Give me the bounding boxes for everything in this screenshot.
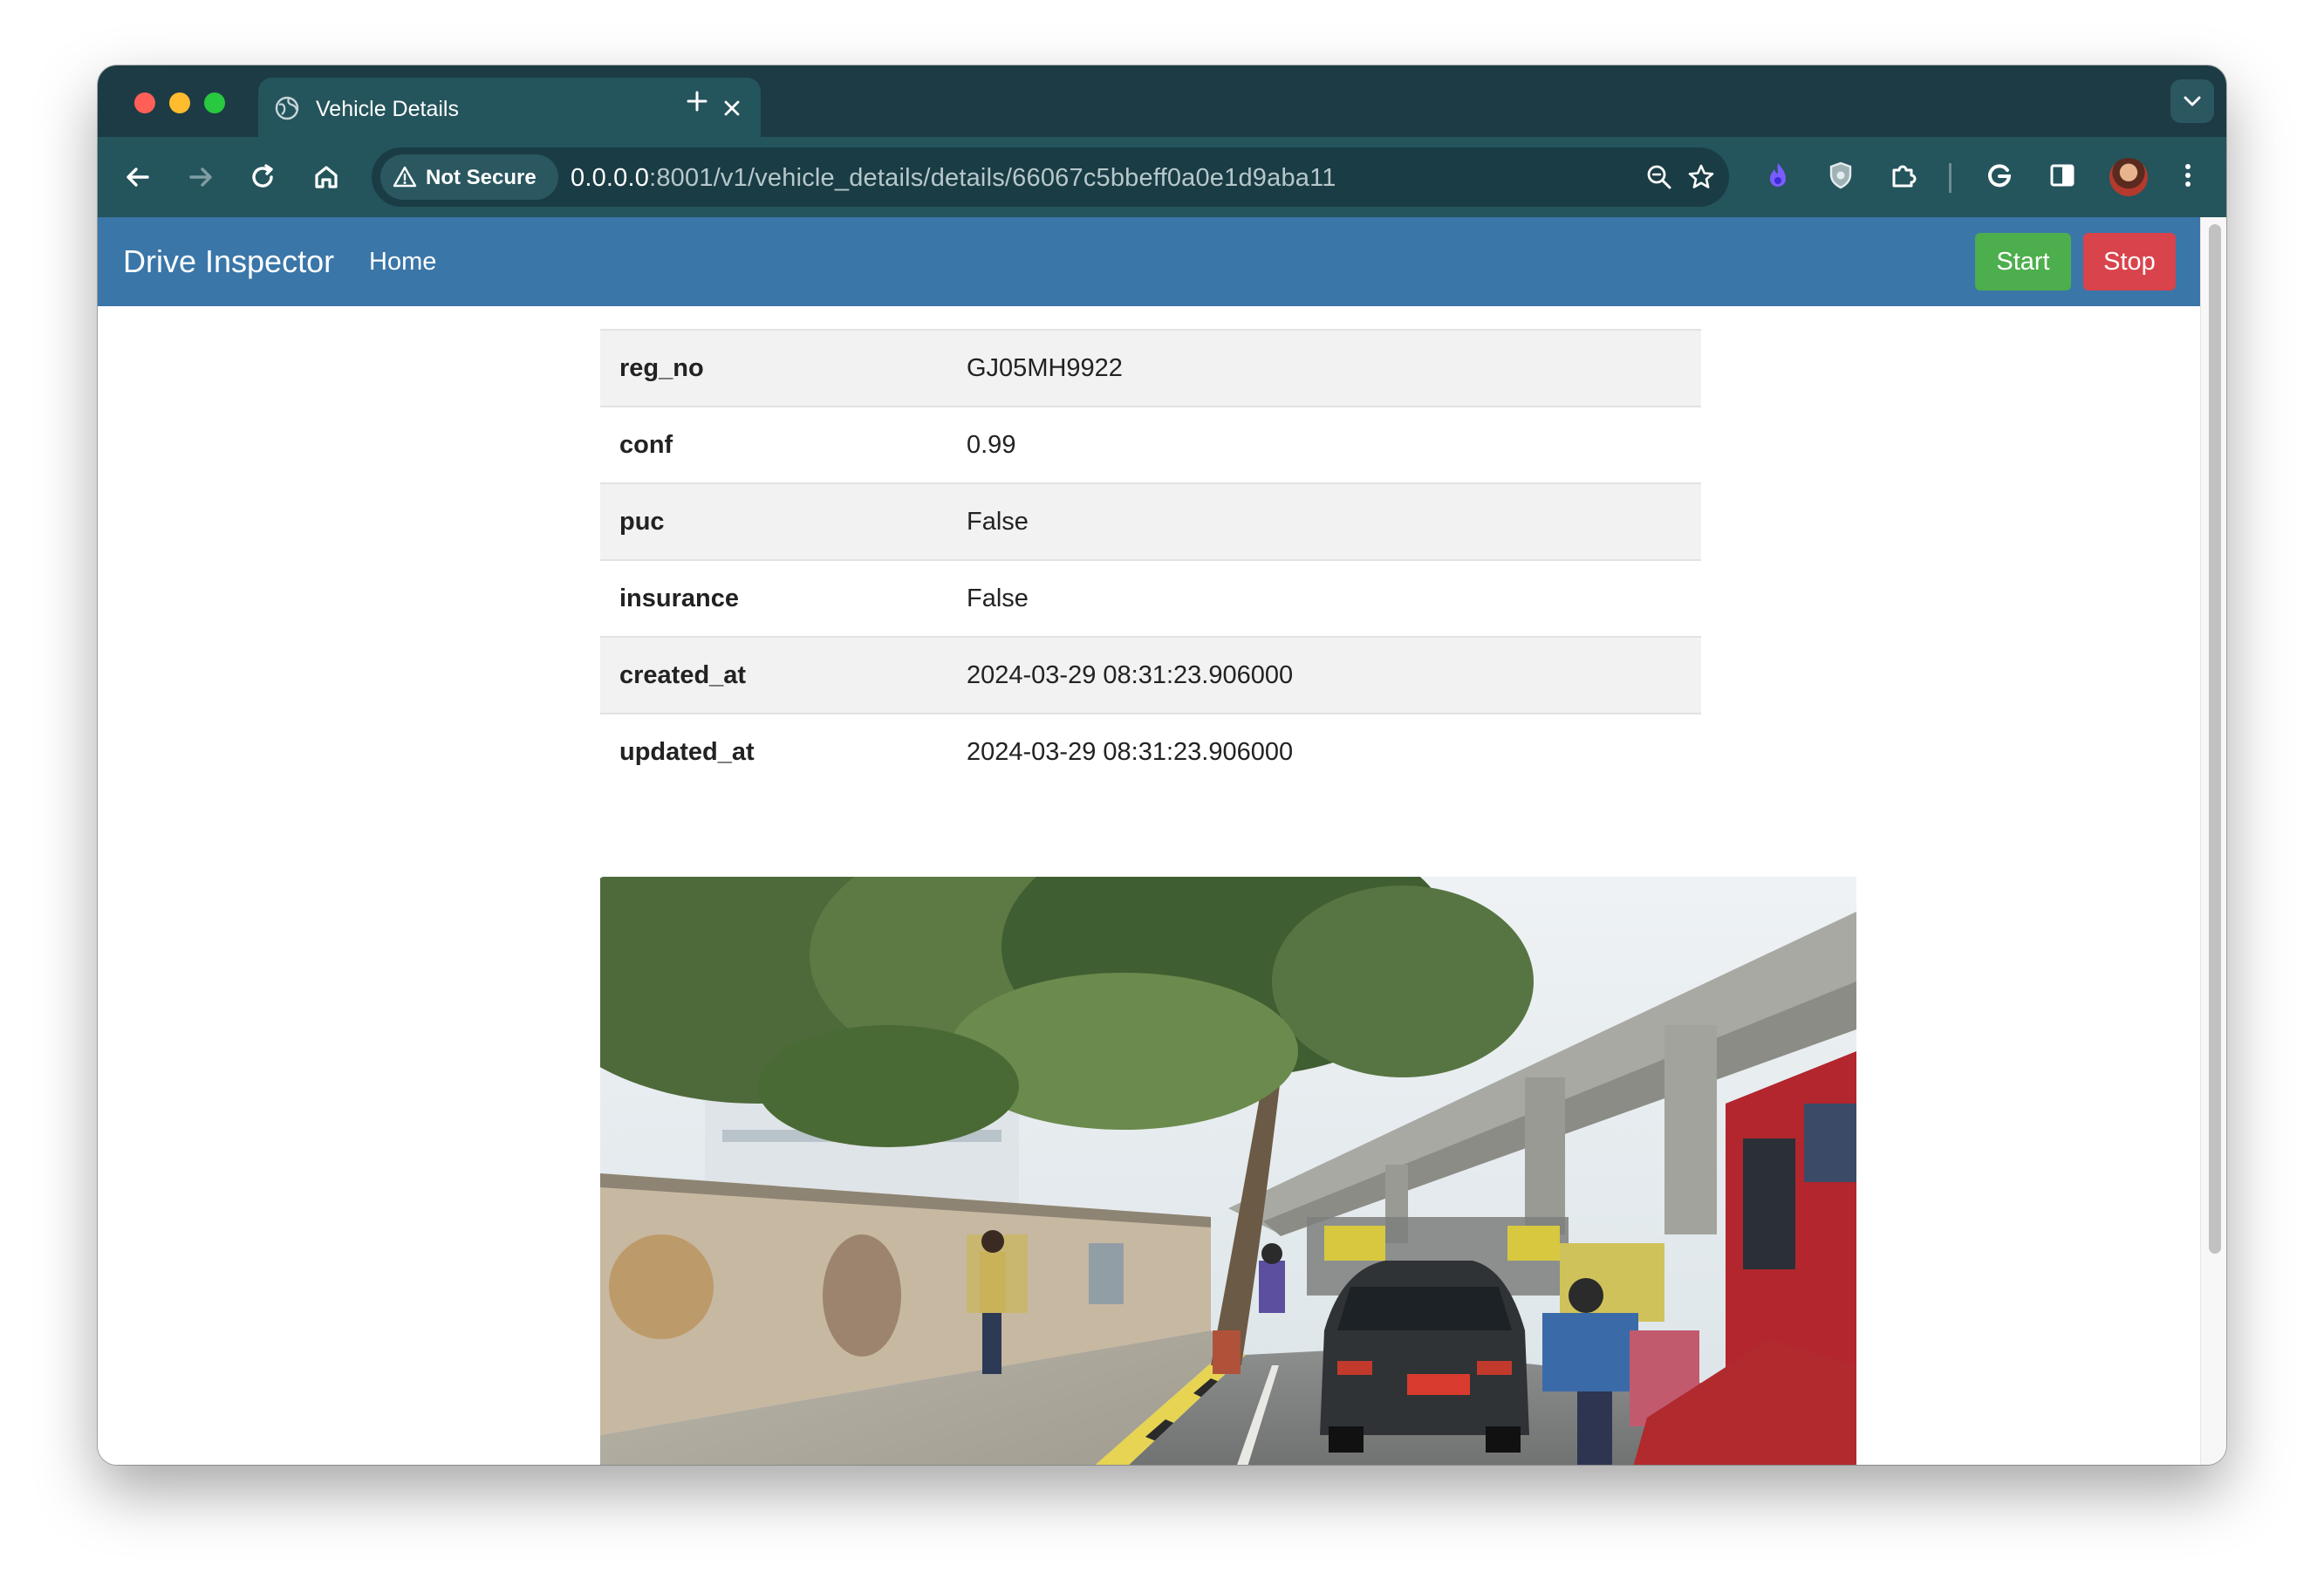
table-row: updated_at 2024-03-29 08:31:23.906000: [600, 713, 1701, 790]
url-path: :8001/v1/vehicle_details/details/66067c5…: [649, 164, 1336, 192]
nav-home-link[interactable]: Home: [369, 248, 436, 277]
puzzle-icon[interactable]: [1884, 156, 1923, 195]
table-row: puc False: [600, 482, 1701, 560]
home-icon[interactable]: [307, 158, 345, 196]
reload-icon[interactable]: [243, 158, 282, 196]
chevron-down-icon: [2184, 96, 2201, 106]
plus-icon[interactable]: [684, 88, 710, 114]
table-row: insurance False: [600, 559, 1701, 637]
minimize-window-button[interactable]: [169, 92, 190, 113]
browser-toolbar: Not Secure 0.0.0.0:8001/v1/vehicle_detai…: [98, 137, 2226, 217]
field-value: 2024-03-29 08:31:23.906000: [947, 713, 1701, 790]
close-window-button[interactable]: [134, 92, 155, 113]
address-bar[interactable]: Not Secure 0.0.0.0:8001/v1/vehicle_detai…: [372, 147, 1729, 207]
field-key: puc: [600, 482, 947, 560]
shield-icon[interactable]: [1822, 156, 1860, 195]
table-row: reg_no GJ05MH9922: [600, 329, 1701, 407]
vehicle-details-table: reg_no GJ05MH9922 conf 0.99 puc False in…: [600, 329, 1701, 790]
field-value: False: [947, 482, 1701, 560]
profile-avatar[interactable]: [2109, 158, 2148, 196]
back-arrow-icon[interactable]: [119, 158, 157, 196]
forward-arrow-icon[interactable]: [181, 158, 220, 196]
vehicle-capture-image: [600, 877, 1856, 1465]
table-row: created_at 2024-03-29 08:31:23.906000: [600, 636, 1701, 714]
google-icon[interactable]: [1980, 156, 2019, 195]
warning-icon: [393, 166, 417, 188]
side-panel-icon[interactable]: [2043, 156, 2081, 195]
url-host: 0.0.0.0: [571, 164, 650, 192]
field-key: updated_at: [600, 713, 947, 790]
more-vertical-icon[interactable]: [2169, 156, 2207, 195]
flame-extension-icon[interactable]: [1759, 156, 1797, 195]
star-icon[interactable]: [1685, 161, 1717, 193]
zoom-icon[interactable]: [1644, 161, 1675, 193]
stop-button[interactable]: Stop: [2083, 233, 2176, 291]
url-text[interactable]: 0.0.0.0:8001/v1/vehicle_details/details/…: [571, 164, 1336, 193]
app-navbar: Drive Inspector Home Start Stop: [98, 217, 2200, 306]
tab-title: Vehicle Details: [316, 97, 459, 121]
tab-strip: Vehicle Details: [98, 65, 2226, 137]
field-value: False: [947, 559, 1701, 637]
scrollbar-thumb[interactable]: [2209, 224, 2221, 1254]
field-value: 2024-03-29 08:31:23.906000: [947, 636, 1701, 714]
field-key: created_at: [600, 636, 947, 714]
browser-window: Vehicle Details Not Secure 0.0.0.0:8001/…: [98, 65, 2226, 1465]
start-button[interactable]: Start: [1975, 233, 2071, 291]
security-chip[interactable]: Not Secure: [380, 154, 558, 200]
page-content: Drive Inspector Home Start Stop reg_no G…: [98, 217, 2200, 1465]
field-key: reg_no: [600, 329, 947, 407]
field-key: conf: [600, 406, 947, 483]
toolbar-divider: [1949, 163, 1951, 193]
globe-icon: [275, 96, 299, 120]
page-scrollbar[interactable]: [2200, 217, 2226, 1465]
brand-link[interactable]: Drive Inspector: [123, 243, 334, 280]
field-value: GJ05MH9922: [947, 329, 1701, 407]
field-value: 0.99: [947, 406, 1701, 483]
security-label: Not Secure: [426, 166, 537, 189]
close-icon[interactable]: [719, 95, 745, 121]
tab-search-button[interactable]: [2170, 79, 2214, 123]
maximize-window-button[interactable]: [204, 92, 225, 113]
table-row: conf 0.99: [600, 406, 1701, 483]
field-key: insurance: [600, 559, 947, 637]
